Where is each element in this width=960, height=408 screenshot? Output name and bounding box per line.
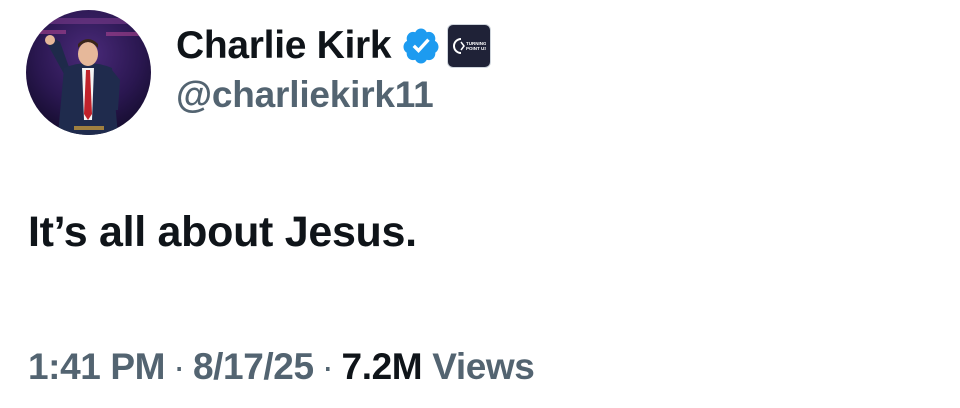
author-handle[interactable]: @charliekirk11 — [176, 74, 434, 116]
views-label[interactable]: Views — [432, 346, 535, 388]
author-row: Charlie Kirk TURNING POINT USA — [176, 20, 492, 72]
tweet-text: It’s all about Jesus. — [28, 208, 417, 256]
avatar[interactable] — [26, 10, 151, 135]
affiliate-badge-icon[interactable]: TURNING POINT USA — [447, 24, 492, 68]
display-name[interactable]: Charlie Kirk — [176, 24, 392, 68]
separator-dot: · — [321, 346, 334, 387]
tweet-time[interactable]: 1:41 PM — [28, 346, 165, 388]
views-count[interactable]: 7.2M — [342, 346, 423, 388]
avatar-image — [26, 10, 151, 135]
tweet-meta: 1:41 PM · 8/17/25 · 7.2M Views — [28, 346, 535, 388]
svg-text:POINT USA: POINT USA — [466, 46, 486, 51]
tweet-card: Charlie Kirk TURNING POINT USA @charliek… — [0, 0, 960, 408]
separator-dot: · — [173, 346, 185, 387]
tweet-date[interactable]: 8/17/25 — [193, 346, 314, 388]
verified-badge-icon — [401, 26, 441, 66]
